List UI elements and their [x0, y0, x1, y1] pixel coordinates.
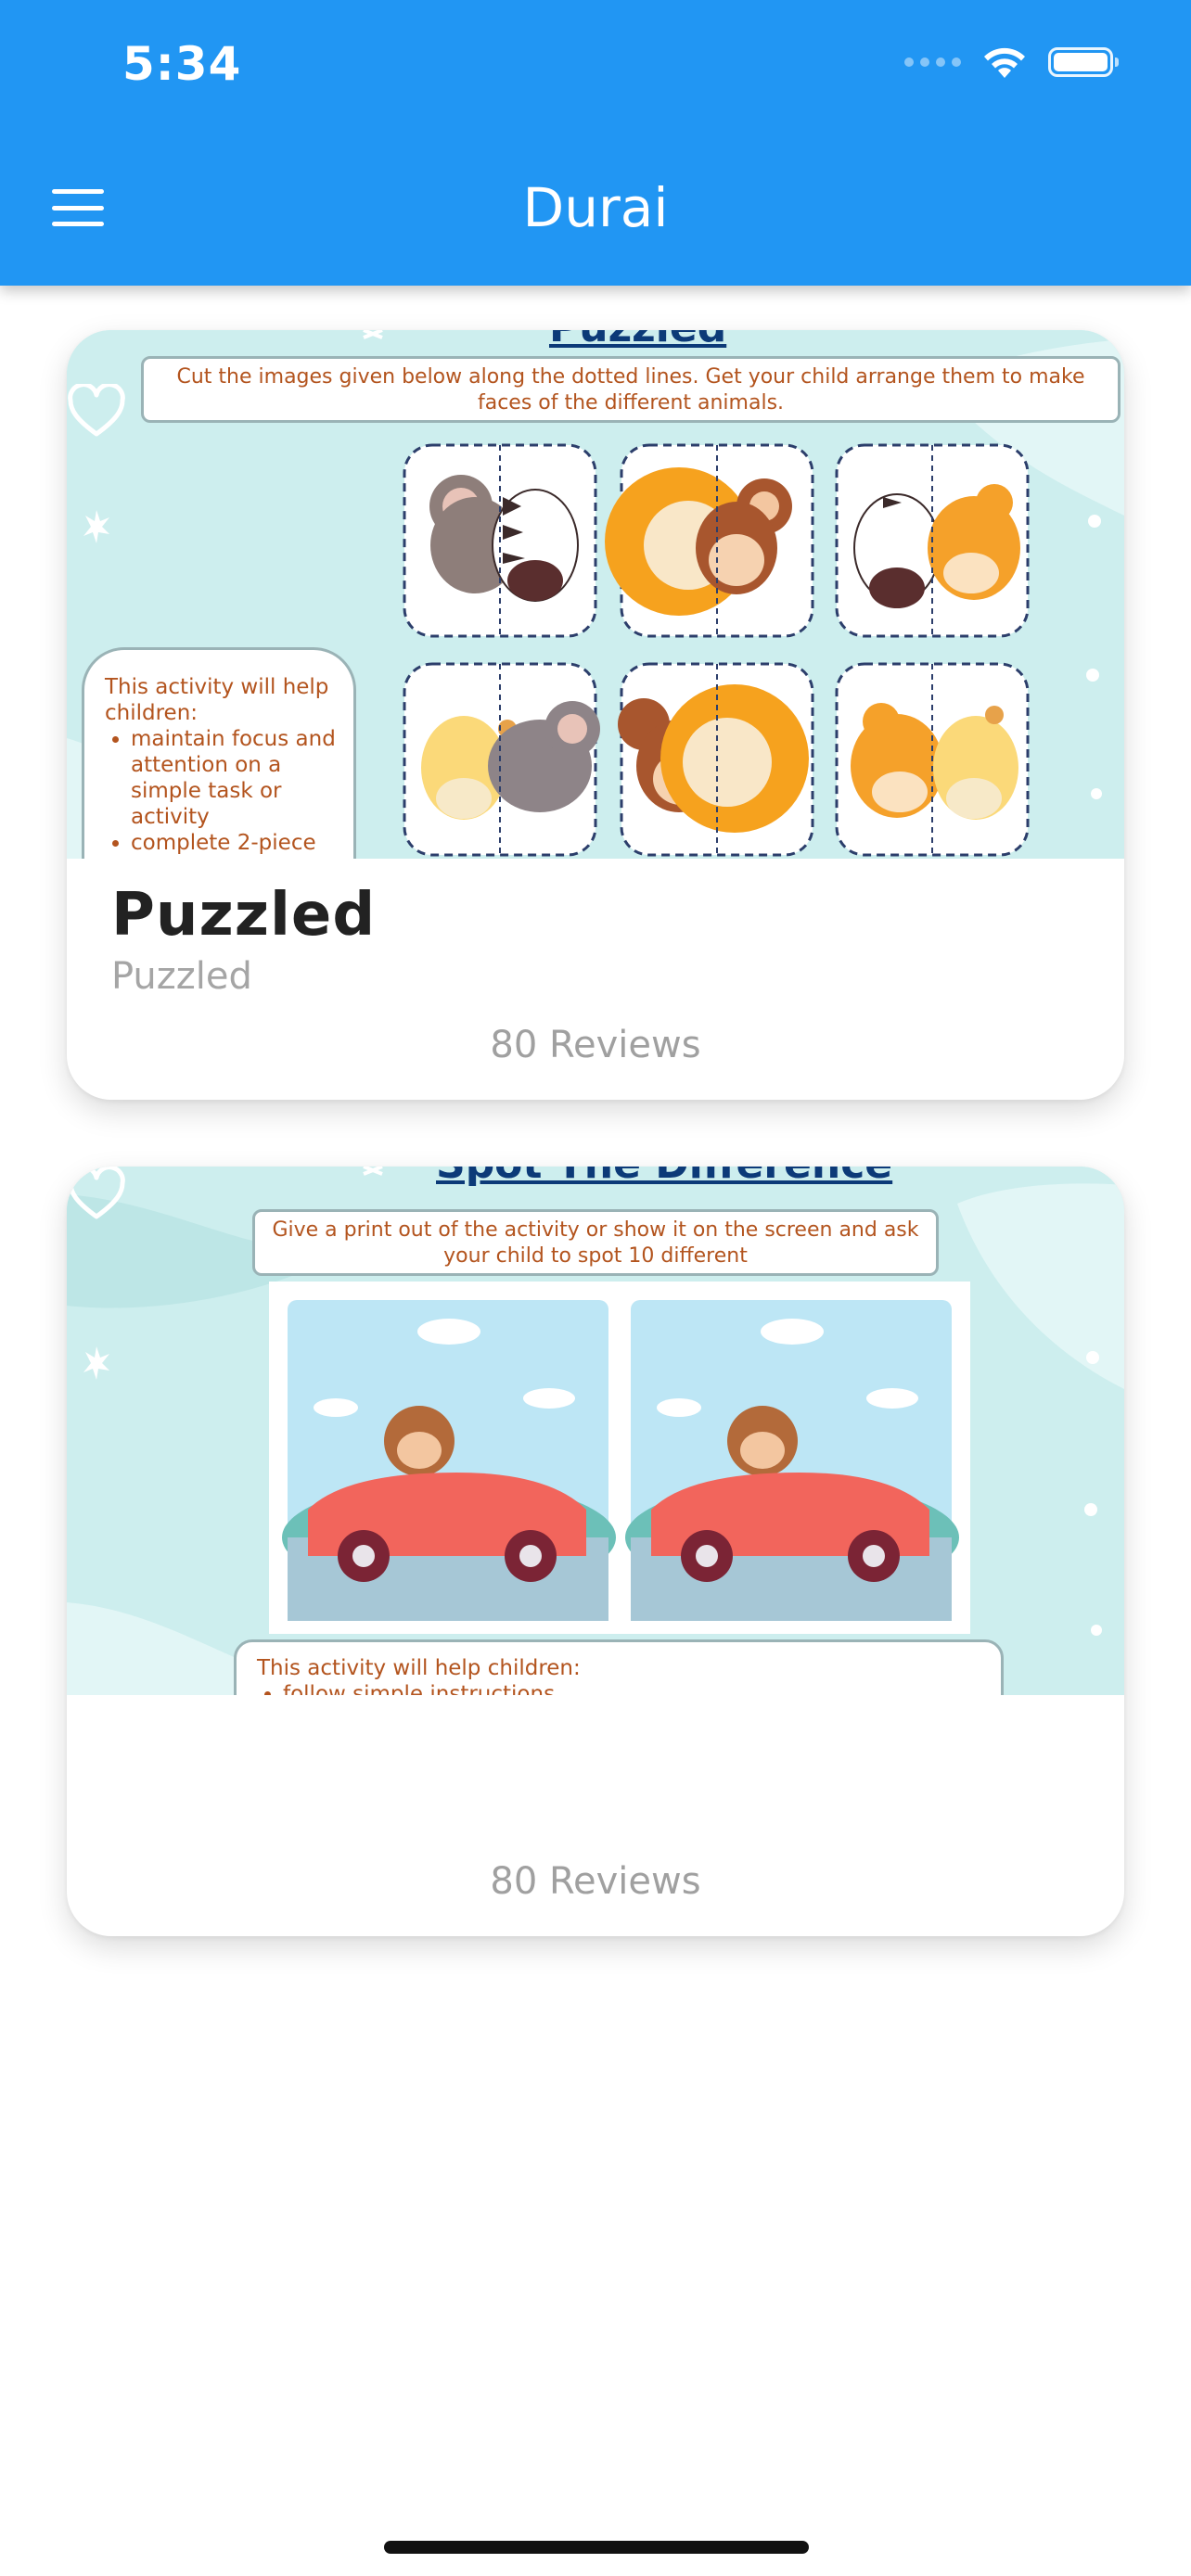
- thumbnail-instruction: Cut the images given below along the dot…: [141, 356, 1121, 423]
- app-bar-title: Durai: [522, 176, 669, 239]
- activity-thumbnail: Puzzled Cut the images given below along…: [67, 330, 1124, 859]
- status-time: 5:34: [122, 37, 242, 91]
- battery-icon: [1048, 47, 1119, 77]
- wifi-icon: [984, 47, 1025, 78]
- app-bar: 5:34 Durai: [0, 0, 1191, 286]
- card-reviews: 80 Reviews: [490, 1860, 701, 1903]
- help-title: This activity will help children:: [257, 1656, 581, 1680]
- help-point: complete 2-piece puzzle.: [131, 830, 337, 859]
- card-title: Puzzled: [111, 881, 377, 950]
- thumbnail-instruction: Give a print out of the activity or show…: [252, 1209, 939, 1276]
- activity-thumbnail: Spot The Difference Give a print out of …: [67, 1167, 1124, 1695]
- activity-card[interactable]: Spot The Difference Give a print out of …: [67, 1167, 1124, 1936]
- help-point: follow simple instructions: [283, 1681, 982, 1695]
- thumbnail-heading: Puzzled: [549, 330, 726, 351]
- thumbnail-heading: Spot The Difference: [436, 1167, 892, 1188]
- heart-outline-icon[interactable]: [67, 384, 126, 440]
- card-reviews: 80 Reviews: [490, 1024, 701, 1066]
- status-icons: [904, 45, 1119, 80]
- home-indicator[interactable]: [384, 2541, 809, 2554]
- help-points: follow simple instructions: [257, 1681, 982, 1695]
- help-points: maintain focus and attention on a simple…: [105, 726, 337, 859]
- activity-card[interactable]: Puzzled Cut the images given below along…: [67, 330, 1124, 1100]
- heart-outline-icon[interactable]: [67, 1167, 126, 1222]
- card-subtitle: Puzzled: [111, 955, 252, 998]
- thumbnail-help-box: This activity will help children: follow…: [234, 1639, 1004, 1695]
- thumbnail-help-box: This activity will help children: mainta…: [82, 647, 356, 859]
- help-title: This activity will help children:: [105, 675, 329, 725]
- cellular-signal-icon: [904, 57, 961, 67]
- help-point: maintain focus and attention on a simple…: [131, 726, 337, 830]
